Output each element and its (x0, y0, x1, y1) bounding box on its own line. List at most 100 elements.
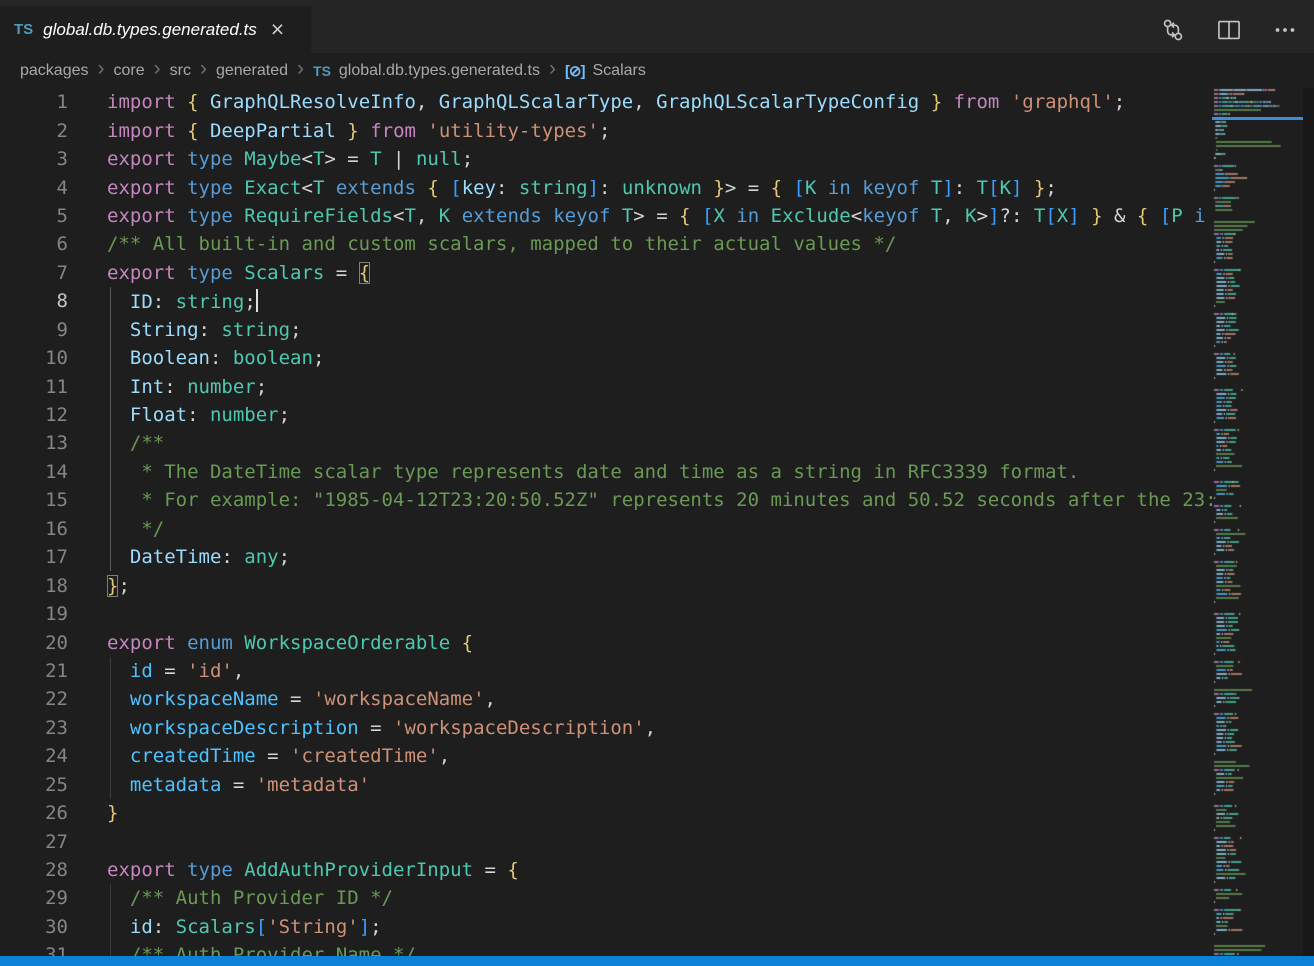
minimap[interactable] (1212, 88, 1303, 956)
split-editor-icon[interactable] (1216, 17, 1242, 43)
indent-guide (110, 372, 111, 400)
code-line-text: export type RequireFields<T, K extends k… (107, 205, 1206, 227)
line-number[interactable]: 21 (0, 660, 68, 682)
breadcrumb-item-generated[interactable]: generated (216, 62, 288, 80)
line-number[interactable]: 13 (0, 432, 68, 454)
line-number[interactable]: 25 (0, 774, 68, 796)
code-line[interactable]: 8 ID: string; (0, 287, 1212, 315)
line-number[interactable]: 30 (0, 916, 68, 938)
close-tab-icon[interactable]: × (271, 18, 284, 41)
line-number[interactable]: 19 (0, 603, 68, 625)
code-line[interactable]: 1import { GraphQLResolveInfo, GraphQLSca… (0, 88, 1212, 116)
code-line-text: export type AddAuthProviderInput = { (107, 859, 519, 881)
indent-guide (110, 742, 111, 770)
line-number[interactable]: 22 (0, 688, 68, 710)
code-line[interactable]: 24 createdTime = 'createdTime', (0, 742, 1212, 770)
code-line[interactable]: 6/** All built-in and custom scalars, ma… (0, 230, 1212, 258)
breadcrumb-item-core[interactable]: core (114, 62, 145, 80)
line-number[interactable]: 29 (0, 887, 68, 909)
code-line-text: * For example: "1985-04-12T23:20:50.52Z"… (107, 489, 1212, 511)
code-line[interactable]: 18}; (0, 571, 1212, 599)
code-line[interactable]: 28 export type AddAuthProviderInput = { (0, 856, 1212, 884)
code-line[interactable]: 10 Boolean: boolean; (0, 344, 1212, 372)
code-line[interactable]: 29 /** Auth Provider ID */ (0, 884, 1212, 912)
tab-bar: TS global.db.types.generated.ts × (0, 0, 1314, 53)
line-number[interactable]: 16 (0, 518, 68, 540)
more-actions-icon[interactable] (1272, 17, 1298, 43)
chevron-right-icon: › (200, 58, 207, 79)
indent-guide (110, 316, 111, 344)
code-line[interactable]: 4export type Exact<T extends { [key: str… (0, 173, 1212, 201)
code-line[interactable]: 26} (0, 799, 1212, 827)
line-number[interactable]: 20 (0, 632, 68, 654)
breadcrumb-item-packages[interactable]: packages (20, 62, 89, 80)
breadcrumb-item-symbol-scalars[interactable]: Scalars (593, 62, 646, 80)
line-number[interactable]: 28 (0, 859, 68, 881)
code-line[interactable]: 19 (0, 600, 1212, 628)
code-line[interactable]: 17 DateTime: any; (0, 543, 1212, 571)
line-number[interactable]: 3 (0, 148, 68, 170)
code-line[interactable]: 13 /** (0, 429, 1212, 457)
status-bar[interactable] (0, 956, 1314, 966)
code-line[interactable]: 9 String: string; (0, 316, 1212, 344)
open-changes-icon[interactable] (1160, 17, 1186, 43)
line-number[interactable]: 1 (0, 91, 68, 113)
indent-guide (110, 458, 111, 486)
line-number[interactable]: 9 (0, 319, 68, 341)
code-line[interactable]: 5 export type RequireFields<T, K extends … (0, 202, 1212, 230)
code-line[interactable]: 11 Int: number; (0, 372, 1212, 400)
code-line[interactable]: 22 workspaceName = 'workspaceName', (0, 685, 1212, 713)
code-line[interactable]: 15 * For example: "1985-04-12T23:20:50.5… (0, 486, 1212, 514)
code-line[interactable]: 3export type Maybe<T> = T | null; (0, 145, 1212, 173)
code-line[interactable]: 2import { DeepPartial } from 'utility-ty… (0, 116, 1212, 144)
breadcrumb: packages › core › src › generated › TS g… (0, 53, 1314, 88)
code-line-text: ID: string; (107, 289, 258, 313)
code-line[interactable]: 25 metadata = 'metadata' (0, 771, 1212, 799)
indent-guide (110, 401, 111, 429)
code-line[interactable]: 14 * The DateTime scalar type represents… (0, 458, 1212, 486)
code-line[interactable]: 21 id = 'id', (0, 657, 1212, 685)
code-line[interactable]: 12 Float: number; (0, 401, 1212, 429)
line-number[interactable]: 17 (0, 546, 68, 568)
breadcrumb-item-src[interactable]: src (170, 62, 191, 80)
line-number[interactable]: 15 (0, 489, 68, 511)
tab-title: global.db.types.generated.ts (43, 20, 257, 40)
line-number[interactable]: 2 (0, 120, 68, 142)
code-line-text: workspaceName = 'workspaceName', (107, 688, 496, 710)
line-number[interactable]: 23 (0, 717, 68, 739)
editor-actions (1160, 6, 1298, 53)
code-line[interactable]: 31 /** Auth Provider Name */ (0, 941, 1212, 956)
code-area[interactable]: 1import { GraphQLResolveInfo, GraphQLSca… (0, 88, 1212, 956)
line-number[interactable]: 27 (0, 831, 68, 853)
indent-guide (110, 287, 111, 315)
code-line-text: id: Scalars['String']; (107, 916, 382, 938)
line-number[interactable]: 31 (0, 944, 68, 956)
line-number[interactable]: 24 (0, 745, 68, 767)
indent-guide (110, 543, 111, 571)
line-number[interactable]: 14 (0, 461, 68, 483)
code-line[interactable]: 16 */ (0, 515, 1212, 543)
line-number[interactable]: 12 (0, 404, 68, 426)
line-number[interactable]: 7 (0, 262, 68, 284)
code-line[interactable]: 30 id: Scalars['String']; (0, 913, 1212, 941)
indent-guide (110, 486, 111, 514)
line-number[interactable]: 8 (0, 290, 68, 312)
line-number[interactable]: 4 (0, 177, 68, 199)
code-line-text: export type Scalars = { (107, 262, 370, 284)
line-number[interactable]: 10 (0, 347, 68, 369)
code-line[interactable]: 23 workspaceDescription = 'workspaceDesc… (0, 714, 1212, 742)
line-number[interactable]: 6 (0, 233, 68, 255)
line-number[interactable]: 26 (0, 802, 68, 824)
scrollbar-track[interactable] (1303, 88, 1314, 956)
minimap-canvas (1212, 88, 1303, 956)
line-number[interactable]: 5 (0, 205, 68, 227)
code-line-text: }; (107, 575, 130, 597)
tab-global-db-types-generated[interactable]: TS global.db.types.generated.ts × (0, 6, 311, 53)
line-number[interactable]: 18 (0, 575, 68, 597)
breadcrumb-item-file[interactable]: global.db.types.generated.ts (339, 62, 540, 80)
code-line[interactable]: 27 (0, 827, 1212, 855)
code-line[interactable]: 7 export type Scalars = { (0, 259, 1212, 287)
line-number[interactable]: 11 (0, 376, 68, 398)
chevron-right-icon: › (98, 58, 105, 79)
code-line[interactable]: 20export enum WorkspaceOrderable { (0, 628, 1212, 656)
